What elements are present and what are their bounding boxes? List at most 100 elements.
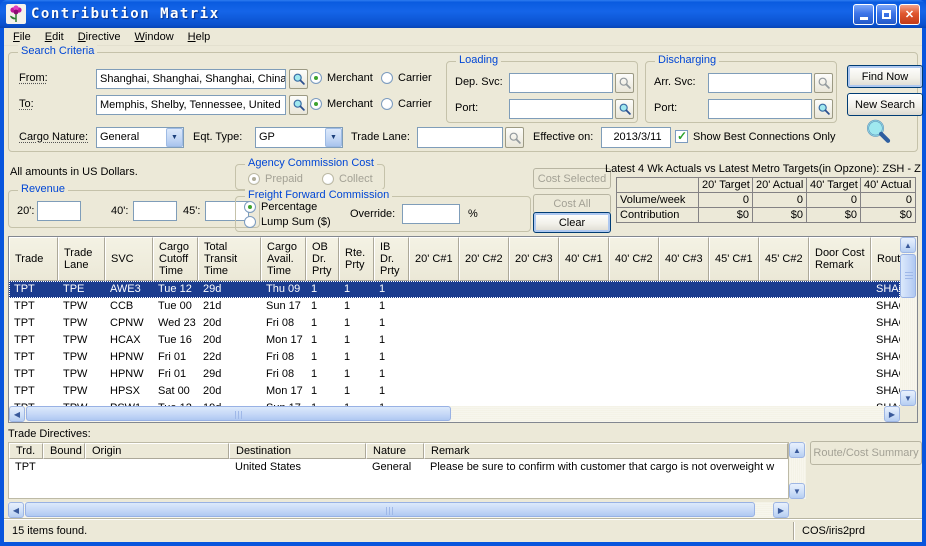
cargo-nature-label[interactable]: Cargo Nature: <box>19 131 88 143</box>
column-header[interactable]: 20' C#2 <box>459 237 509 281</box>
new-search-button[interactable]: New Search <box>847 93 923 116</box>
directives-vscrollbar[interactable]: ▲ ▼ <box>789 442 806 499</box>
directives-hscrollbar[interactable]: ◀ ▶ <box>8 502 789 518</box>
table-row[interactable]: TPTTPWCCBTue 0021dSun 17111SHAC <box>9 298 900 315</box>
table-row[interactable]: TPTUnited StatesGeneralPlease be sure to… <box>9 459 788 476</box>
directives-column-header[interactable]: Nature <box>366 443 424 459</box>
column-header[interactable]: Total Transit Time <box>198 237 261 281</box>
column-header[interactable]: Trade <box>9 237 58 281</box>
find-now-button[interactable]: Find Now <box>847 65 923 88</box>
best-connections-checkbox[interactable] <box>675 130 688 143</box>
prepaid-radio[interactable]: Prepaid <box>248 173 303 185</box>
chevron-down-icon[interactable]: ▼ <box>325 128 342 147</box>
close-button[interactable]: ✕ <box>899 4 920 25</box>
arr-svc-search-button[interactable] <box>814 73 833 93</box>
menu-item-directive[interactable]: Directive <box>71 30 128 44</box>
loading-port-search-button[interactable] <box>615 99 634 119</box>
column-header[interactable]: Cargo Cutoff Time <box>153 237 198 281</box>
percentage-radio[interactable]: Percentage <box>244 201 317 213</box>
loading-port-input[interactable] <box>509 99 613 119</box>
cost-all-button[interactable]: Cost All <box>533 194 611 214</box>
dep-svc-input[interactable] <box>509 73 613 93</box>
menu-item-window[interactable]: Window <box>128 30 181 44</box>
column-header[interactable]: 40' C#3 <box>659 237 709 281</box>
from-input[interactable]: Shanghai, Shanghai, Shanghai, China <box>96 69 286 89</box>
directives-column-header[interactable]: Destination <box>229 443 366 459</box>
revenue-20-input[interactable] <box>37 201 81 221</box>
column-header[interactable]: 20' C#3 <box>509 237 559 281</box>
scroll-up-icon[interactable]: ▲ <box>900 237 916 253</box>
discharging-port-search-button[interactable] <box>814 99 833 119</box>
revenue-40-input[interactable] <box>133 201 177 221</box>
eqt-type-select[interactable]: GP ▼ <box>255 127 343 148</box>
trade-lane-search-button[interactable] <box>505 127 524 148</box>
grid-hscroll-thumb[interactable] <box>26 406 451 421</box>
table-row[interactable]: TPTTPWHPSXSat 0020dMon 17111SHAC <box>9 383 900 400</box>
scroll-left-icon[interactable]: ◀ <box>8 502 24 518</box>
column-header[interactable]: 40' C#2 <box>609 237 659 281</box>
from-merchant-radio[interactable]: Merchant <box>310 72 373 84</box>
directives-column-header[interactable]: Origin <box>85 443 229 459</box>
column-header[interactable]: 45' C#2 <box>759 237 809 281</box>
override-input[interactable] <box>402 204 460 224</box>
scroll-right-icon[interactable]: ▶ <box>884 406 900 422</box>
table-row[interactable]: TPTTPWHPNWFri 0122dFri 08111SHAC <box>9 349 900 366</box>
grid-vscroll-thumb[interactable] <box>900 254 916 298</box>
column-header[interactable]: Trade Lane <box>58 237 105 281</box>
to-label[interactable]: To: <box>19 98 34 110</box>
collect-radio[interactable]: Collect <box>322 173 373 185</box>
table-row[interactable]: TPTTPWHCAXTue 1620dMon 17111SHAC <box>9 332 900 349</box>
column-header[interactable]: SVC <box>105 237 153 281</box>
dep-svc-search-button[interactable] <box>615 73 634 93</box>
to-search-button[interactable] <box>289 95 308 115</box>
table-row[interactable]: TPTTPEAWE3Tue 1229dThu 09111SHAC <box>9 281 900 298</box>
column-header[interactable]: IB Dr. Prty <box>374 237 409 281</box>
arr-svc-input[interactable] <box>708 73 812 93</box>
scroll-down-icon[interactable]: ▼ <box>900 390 916 406</box>
column-header[interactable]: 20' C#1 <box>409 237 459 281</box>
grid-cell: 20d <box>198 332 261 349</box>
grid-cell <box>509 315 559 332</box>
column-header[interactable]: Route <box>871 237 900 281</box>
menu-item-file[interactable]: File <box>6 30 38 44</box>
directives-column-header[interactable]: Bound <box>43 443 85 459</box>
directives-hscroll-thumb[interactable] <box>25 502 755 517</box>
scroll-right-icon[interactable]: ▶ <box>773 502 789 518</box>
cost-selected-button[interactable]: Cost Selected <box>533 168 611 189</box>
targets-value: 0 <box>807 193 861 208</box>
from-carrier-radio[interactable]: Carrier <box>381 72 432 84</box>
directives-column-header[interactable]: Remark <box>424 443 788 459</box>
from-label[interactable]: From: <box>19 72 48 84</box>
cargo-nature-select[interactable]: General ▼ <box>96 127 184 148</box>
column-header[interactable]: Rte. Prty <box>339 237 374 281</box>
column-header[interactable]: 45' C#1 <box>709 237 759 281</box>
from-search-button[interactable] <box>289 69 308 89</box>
scroll-up-icon[interactable]: ▲ <box>789 442 805 458</box>
route-cost-summary-button[interactable]: Route/Cost Summary <box>810 441 922 465</box>
menu-item-edit[interactable]: Edit <box>38 30 71 44</box>
minimize-button[interactable] <box>853 4 874 25</box>
chevron-down-icon[interactable]: ▼ <box>166 128 183 147</box>
column-header[interactable]: OB Dr. Prty <box>306 237 339 281</box>
cargo-nature-value: General <box>100 129 139 146</box>
scroll-left-icon[interactable]: ◀ <box>9 406 25 422</box>
trade-lane-input[interactable] <box>417 127 503 148</box>
table-row[interactable]: TPTTPWHPNWFri 0129dFri 08111SHAC <box>9 366 900 383</box>
maximize-button[interactable] <box>876 4 897 25</box>
to-merchant-radio[interactable]: Merchant <box>310 98 373 110</box>
directives-column-header[interactable]: Trd. <box>9 443 43 459</box>
column-header[interactable]: Cargo Avail. Time <box>261 237 306 281</box>
lump-sum-radio[interactable]: Lump Sum ($) <box>244 216 331 228</box>
grid-vscrollbar[interactable]: ▲ ▼ <box>900 237 917 406</box>
menu-item-help[interactable]: Help <box>181 30 218 44</box>
grid-hscrollbar[interactable]: ◀ ▶ <box>9 406 900 422</box>
to-carrier-radio[interactable]: Carrier <box>381 98 432 110</box>
to-input[interactable]: Memphis, Shelby, Tennessee, United <box>96 95 286 115</box>
column-header[interactable]: 40' C#1 <box>559 237 609 281</box>
clear-button[interactable]: Clear <box>533 212 611 233</box>
scroll-down-icon[interactable]: ▼ <box>789 483 805 499</box>
table-row[interactable]: TPTTPWCPNWWed 2320dFri 08111SHAC <box>9 315 900 332</box>
discharging-port-input[interactable] <box>708 99 812 119</box>
column-header[interactable]: Door Cost Remark <box>809 237 871 281</box>
effective-on-input[interactable]: 2013/3/11 <box>601 127 671 148</box>
